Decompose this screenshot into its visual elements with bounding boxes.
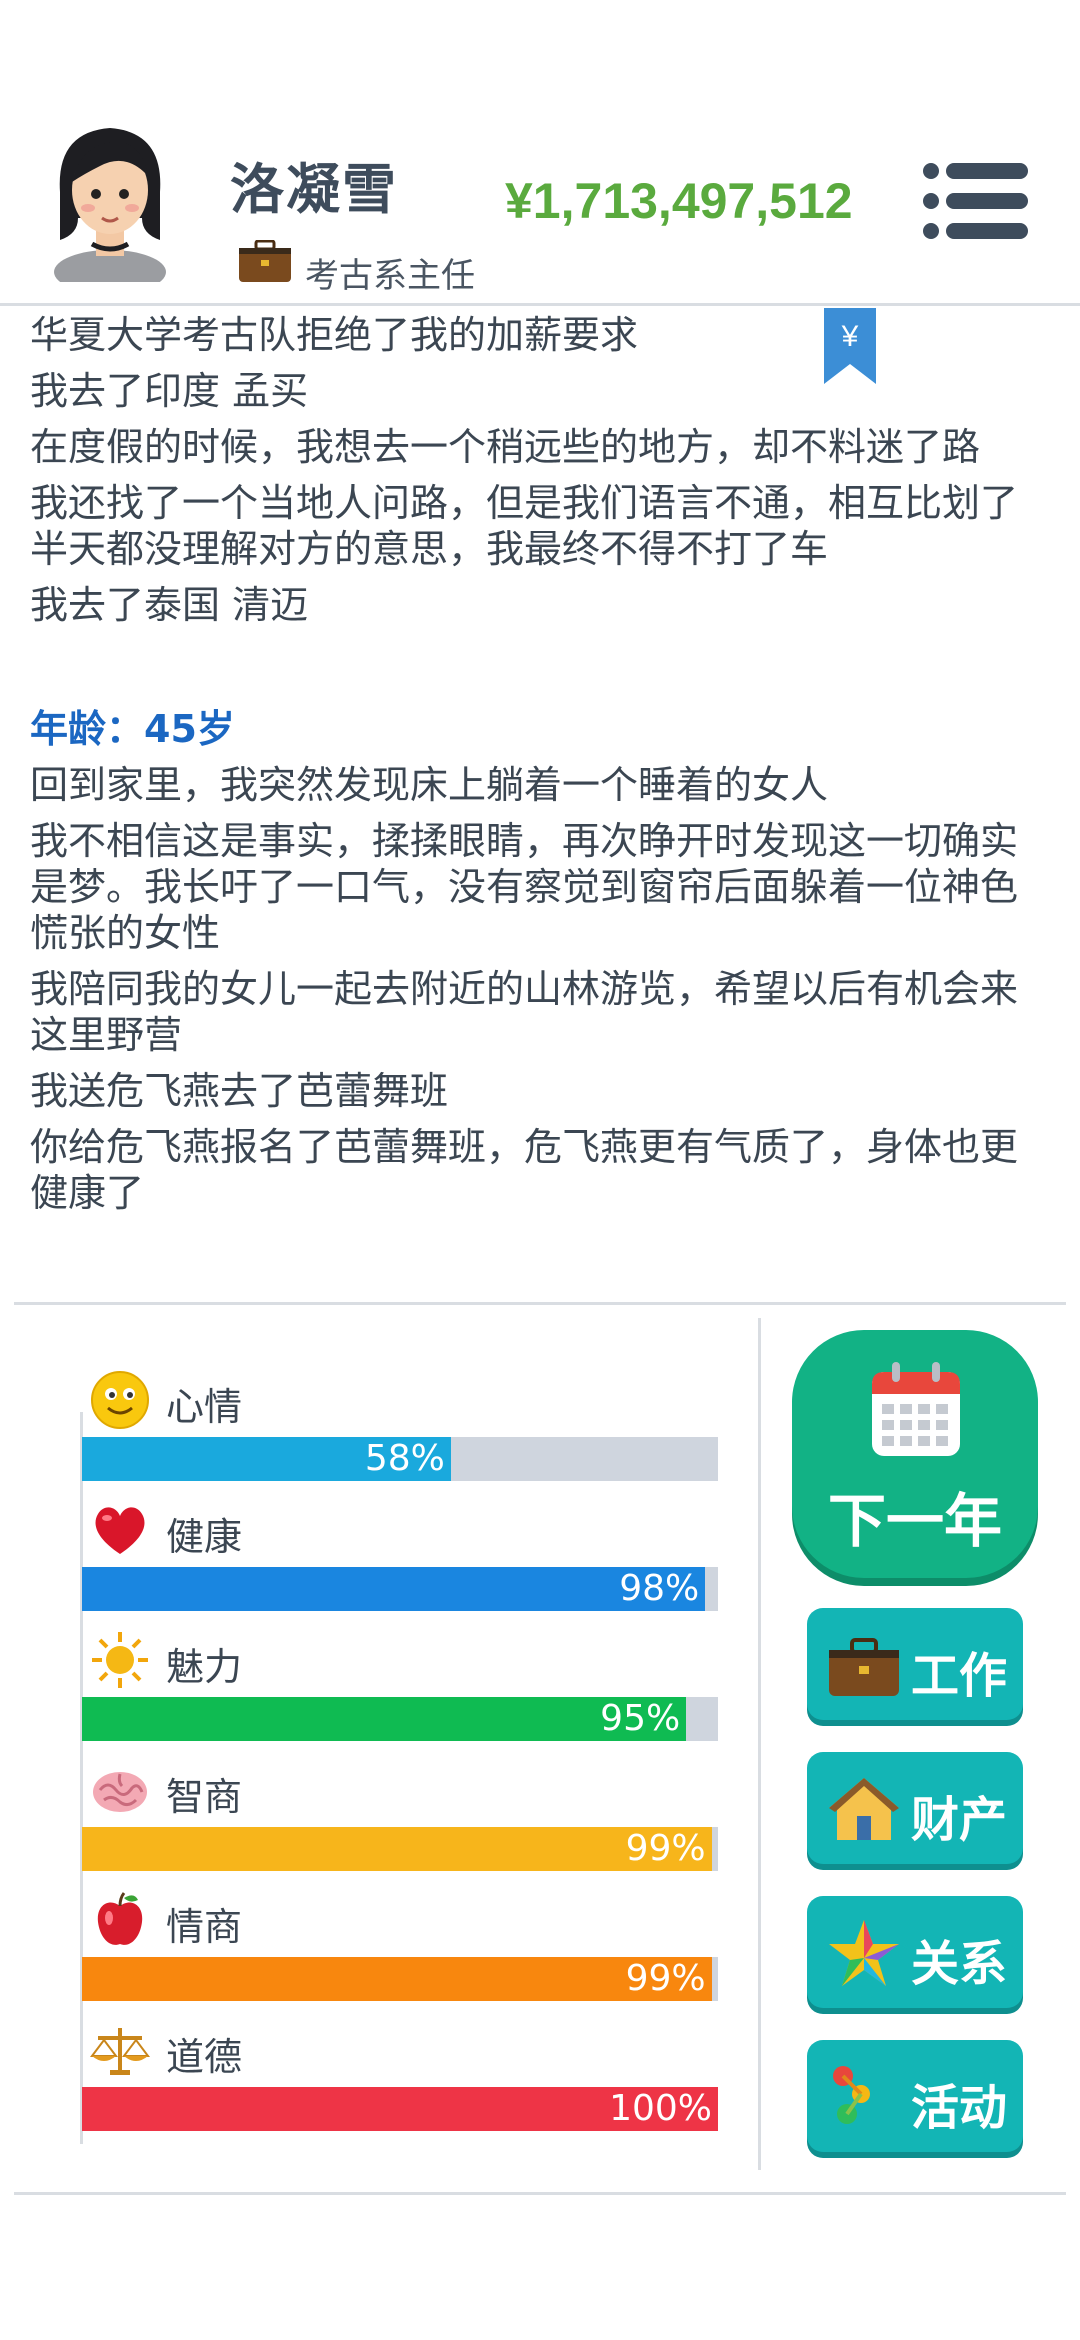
briefcase-icon (829, 1638, 899, 1696)
stat-fill: 99% (82, 1827, 712, 1871)
heart-icon (95, 1507, 145, 1554)
stat-charm: 魅力 95% (82, 1630, 718, 1750)
stat-fill: 95% (82, 1697, 687, 1741)
log-line: 我送危飞燕去了芭蕾舞班 (30, 1069, 449, 1113)
property-label: 财产 (911, 1792, 1008, 1848)
stat-percent: 100% (609, 2088, 712, 2129)
activities-label: 活动 (911, 2080, 1008, 2136)
log-line: 华夏大学考古队拒绝了我的加薪要求 (30, 313, 639, 357)
apple-icon (97, 1892, 143, 1945)
log-divider (14, 1302, 1066, 1305)
log-line: 回到家里，我突然发现床上躺着一个睡着的女人 (30, 763, 829, 807)
log-line: 我去了印度 孟买 (30, 369, 309, 413)
stat-percent: 58% (364, 1438, 445, 1479)
work-label: 工作 (911, 1648, 1008, 1704)
stat-label: 智商 (166, 1775, 243, 1819)
next-year-button[interactable]: 下一年 (792, 1330, 1038, 1578)
activities-icon (833, 2066, 870, 2124)
stat-health: 健康 98% (82, 1500, 718, 1620)
star-icon (829, 1920, 899, 1986)
age-label: 年龄：45岁 (30, 707, 235, 751)
smiley-icon (91, 1371, 149, 1429)
avatar[interactable] (42, 122, 178, 282)
log-line: 在度假的时候，我想去一个稍远些的地方，却不料迷了路 (30, 425, 981, 469)
stat-track: 95% (82, 1697, 718, 1741)
stat-label: 道德 (166, 2035, 243, 2079)
log-line: 我不相信这是事实，揉揉眼睛，再次睁开时发现这一切确实是梦。我长吁了一口气，没有察… (30, 819, 1019, 955)
next-year-label: 下一年 (827, 1487, 1002, 1555)
stat-fill: 58% (82, 1437, 451, 1481)
menu-icon[interactable] (922, 162, 1028, 240)
briefcase-icon (239, 240, 291, 282)
stat-track: 98% (82, 1567, 718, 1611)
stat-mood: 心情 58% (82, 1370, 718, 1490)
stat-fill: 98% (82, 1567, 706, 1611)
scales-icon (90, 2028, 150, 2075)
profile-header: 洛凝雪 考古系主任 ¥1,713,497,512 (0, 0, 1080, 305)
stat-track: 58% (82, 1437, 718, 1481)
stat-track: 99% (82, 1957, 718, 2001)
stat-eq: 情商 99% (82, 1890, 718, 2010)
stat-fill: 100% (82, 2087, 718, 2131)
stat-percent: 99% (625, 1958, 706, 1999)
work-button[interactable]: 工作 (807, 1608, 1023, 1720)
event-log: 华夏大学考古队拒绝了我的加薪要求 我去了印度 孟买 在度假的时候，我想去一个稍远… (30, 312, 1040, 1226)
stat-morality: 道德 100% (82, 2020, 718, 2140)
stat-iq: 智商 99% (82, 1760, 718, 1880)
property-button[interactable]: 财产 (807, 1752, 1023, 1864)
relations-label: 关系 (911, 1936, 1008, 1992)
stat-track: 99% (82, 1827, 718, 1871)
log-line: 我还找了一个当地人问路，但是我们语言不通，相互比划了半天都没理解对方的意思，我最… (30, 481, 1019, 571)
house-icon (829, 1778, 899, 1840)
stat-percent: 99% (625, 1828, 706, 1869)
relations-button[interactable]: 关系 (807, 1896, 1023, 2008)
stat-label: 健康 (166, 1515, 243, 1559)
log-line: 我陪同我的女儿一起去附近的山林游览，希望以后有机会来这里野营 (30, 967, 1019, 1057)
job-title: 考古系主任 (305, 256, 475, 296)
calendar-icon (872, 1362, 960, 1456)
stat-percent: 98% (619, 1568, 700, 1609)
brain-icon (93, 1772, 147, 1812)
stat-label: 心情 (166, 1385, 243, 1429)
header-divider (0, 303, 1080, 306)
stat-fill: 99% (82, 1957, 712, 2001)
activities-button[interactable]: 活动 (807, 2040, 1023, 2152)
bottom-divider (14, 2192, 1066, 2195)
stat-label: 魅力 (166, 1645, 243, 1689)
log-line: 我去了泰国 清迈 (30, 583, 309, 627)
stat-track: 100% (82, 2087, 718, 2131)
player-name: 洛凝雪 (230, 158, 398, 221)
stat-label: 情商 (166, 1905, 243, 1949)
money-balance: ¥1,713,497,512 (505, 173, 853, 229)
panel-divider (758, 1318, 761, 2170)
log-line: 你给危飞燕报名了芭蕾舞班，危飞燕更有气质了，身体也更健康了 (30, 1125, 1019, 1215)
stat-percent: 95% (600, 1698, 681, 1739)
sun-icon (92, 1632, 148, 1688)
